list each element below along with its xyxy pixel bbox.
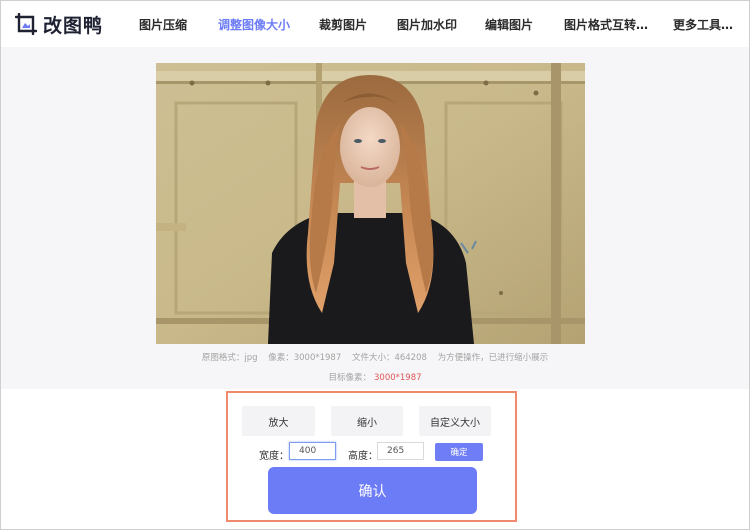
enlarge-button[interactable]: 放大 <box>242 406 315 436</box>
nav-item-crop[interactable]: 裁剪图片 <box>319 16 367 33</box>
width-input[interactable]: 400 <box>289 442 336 460</box>
file-size: 文件大小：464208 <box>351 353 427 363</box>
apply-size-button[interactable]: 确定 <box>435 443 483 461</box>
shrink-button[interactable]: 缩小 <box>331 406 403 436</box>
height-label: 高度： <box>348 451 378 462</box>
top-header: 改图鸭 图片压缩 调整图像大小 裁剪图片 图片加水印 编辑图片 图片格式互转… … <box>1 1 749 47</box>
app-window: 改图鸭 图片压缩 调整图像大小 裁剪图片 图片加水印 编辑图片 图片格式互转… … <box>0 0 750 530</box>
target-pixels: 目标像素： 3000*1987 <box>1 371 749 383</box>
nav-item-watermark[interactable]: 图片加水印 <box>397 16 457 33</box>
preview-image <box>156 63 585 344</box>
target-pixels-value: 3000*1987 <box>374 373 422 383</box>
nav-item-format-convert[interactable]: 图片格式互转… <box>564 16 648 33</box>
original-pixels: 像素：3000*1987 <box>268 353 342 363</box>
preview-stage: 原图格式：jpg 像素：3000*1987 文件大小：464208 为方便操作，… <box>1 47 749 389</box>
nav-item-more-tools[interactable]: 更多工具… <box>673 16 733 33</box>
custom-size-button[interactable]: 自定义大小 <box>419 406 491 436</box>
nav-item-resize[interactable]: 调整图像大小 <box>218 16 290 33</box>
target-pixels-label: 目标像素： <box>328 373 371 383</box>
scaled-note: 为方便操作，已进行缩小展示 <box>437 353 549 363</box>
height-input[interactable]: 265 <box>377 442 424 460</box>
confirm-button[interactable]: 确认 <box>268 467 477 514</box>
main-nav: 图片压缩 调整图像大小 裁剪图片 图片加水印 编辑图片 图片格式互转… 更多工具… <box>1 1 749 47</box>
image-info: 原图格式：jpg 像素：3000*1987 文件大小：464208 为方便操作，… <box>1 351 749 363</box>
nav-item-compress[interactable]: 图片压缩 <box>139 16 187 33</box>
nav-item-edit[interactable]: 编辑图片 <box>485 16 533 33</box>
original-format: 原图格式：jpg <box>201 353 258 363</box>
width-label: 宽度： <box>259 451 289 462</box>
resize-panel: 放大 缩小 自定义大小 宽度： 400 高度： 265 确定 确认 <box>226 391 517 522</box>
